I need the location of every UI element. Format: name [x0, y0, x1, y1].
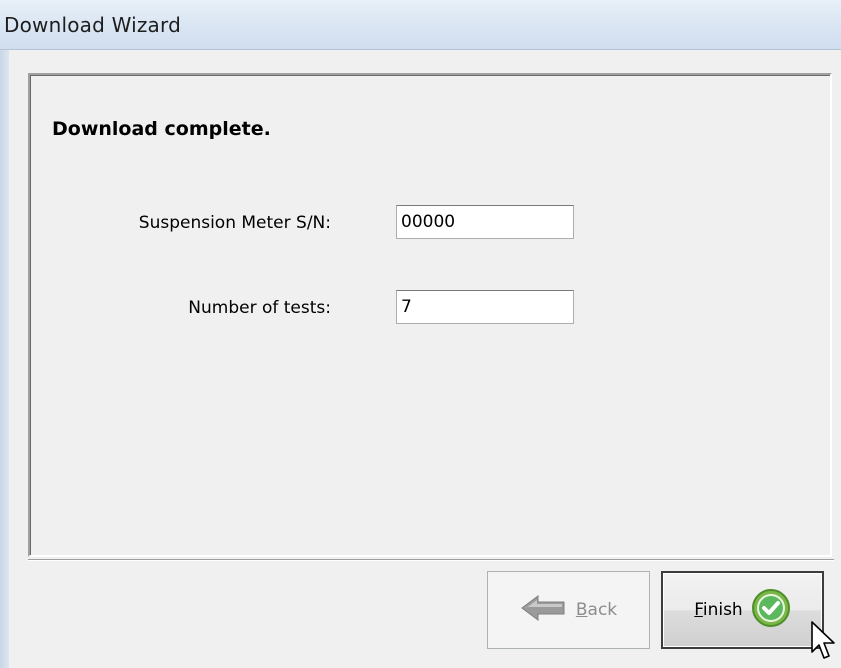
- page-heading: Download complete.: [52, 118, 271, 140]
- window-frame-left: [0, 50, 9, 668]
- back-mnemonic: B: [575, 600, 588, 620]
- button-separator: [28, 559, 834, 561]
- finish-label-rest: inish: [702, 600, 743, 620]
- window-title: Download Wizard: [4, 13, 181, 37]
- number-of-tests-label: Number of tests:: [188, 298, 331, 318]
- left-arrow-icon: [520, 594, 566, 626]
- finish-button-label: Finish: [694, 600, 742, 620]
- back-button-label: Back: [576, 600, 617, 620]
- serial-number-label: Suspension Meter S/N:: [138, 213, 331, 233]
- check-circle-icon: [751, 588, 791, 633]
- title-bar[interactable]: Download Wizard: [0, 0, 841, 50]
- finish-button[interactable]: Finish: [661, 571, 824, 649]
- back-label-rest: ack: [587, 600, 618, 620]
- back-button[interactable]: Back: [487, 571, 650, 649]
- finish-mnemonic: F: [694, 600, 703, 620]
- download-wizard-window: Download Wizard Download complete. Suspe…: [0, 0, 841, 668]
- number-of-tests-field[interactable]: 7: [396, 290, 574, 324]
- serial-number-field[interactable]: 00000: [396, 205, 574, 239]
- mouse-pointer-icon: [810, 620, 836, 666]
